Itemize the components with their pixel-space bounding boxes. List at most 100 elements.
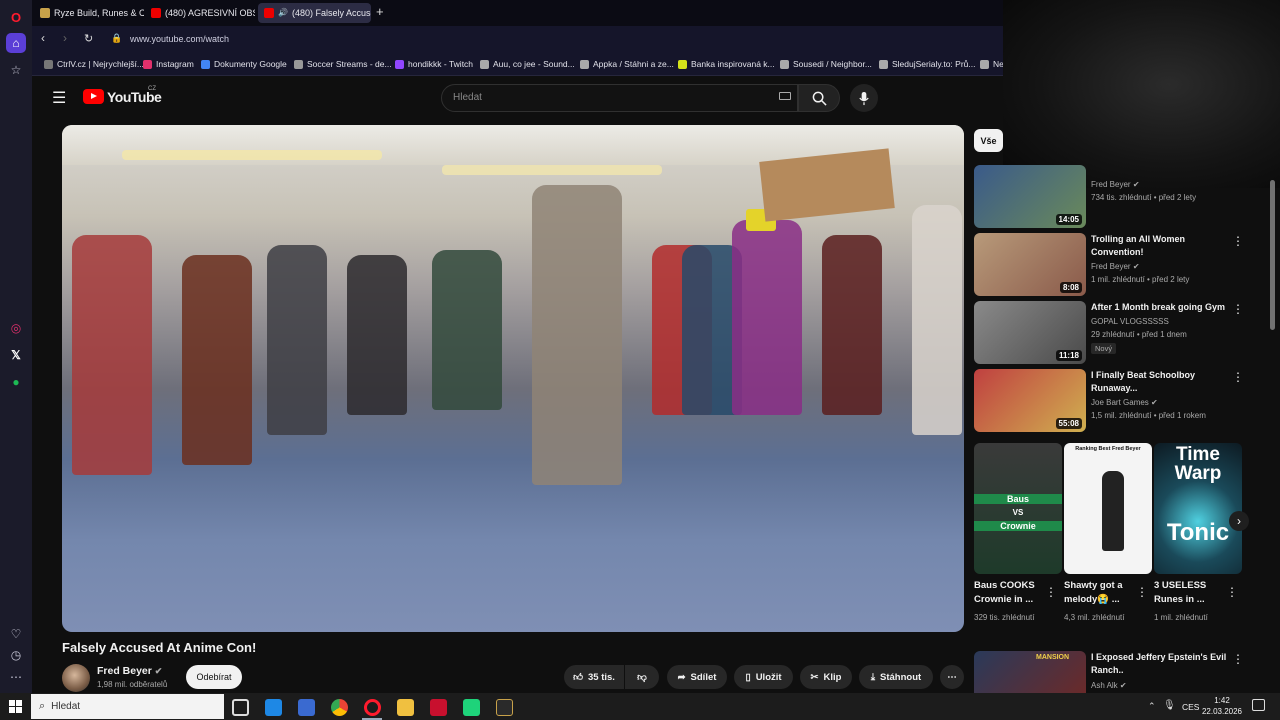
search-button[interactable] [798,84,840,112]
tab-falsely-accused[interactable]: 🔊 (480) Falsely Accused [258,3,371,23]
mail-icon[interactable] [265,699,282,716]
dislike-button[interactable]: 👎︎ [625,665,659,689]
url-field[interactable]: www.youtube.com/watch [130,34,229,44]
channel-name[interactable]: Fred Beyer ✔ [97,665,162,677]
bookmark-docs[interactable]: Dokumenty Google [201,59,287,69]
voice-search-button[interactable] [850,84,878,112]
app-icon[interactable] [463,699,480,716]
short-title[interactable]: Baus COOKS Crownie in ... [974,579,1046,607]
video-thumbnail[interactable]: MANSION [974,651,1086,693]
rec-title[interactable]: Trolling an All Women Convention! [1091,233,1229,259]
short-title[interactable]: Shawty got a melody😭 ... [1064,579,1136,607]
more-vert-icon[interactable]: ⋮ [1136,586,1148,598]
duration-badge: 11:18 [1055,350,1082,361]
bookmark-soccer[interactable]: Soccer Streams - de... [294,59,392,69]
notification-icon[interactable] [1252,699,1265,711]
rec-channel[interactable]: Fred Beyer ✔ [1091,261,1140,273]
more-vert-icon[interactable]: ⋮ [1232,371,1244,383]
windows-start-icon[interactable] [9,700,22,713]
short-thumbnail[interactable]: Baus VS Crownie [974,443,1062,574]
video-thumbnail[interactable]: 11:18 [974,301,1086,364]
microphone-icon[interactable]: 🎙︎ [1163,700,1176,711]
video-thumbnail[interactable]: 8:08 [974,233,1086,296]
tab-agresivni[interactable]: (480) AGRESIVNÍ OBSLUH [145,3,255,23]
folder-icon[interactable] [397,699,414,716]
chrome-icon[interactable] [331,699,348,716]
reload-icon[interactable]: ↻ [84,32,93,45]
save-button[interactable]: ▯ Uložit [734,665,793,689]
bookmark-instagram[interactable]: Instagram [143,59,194,69]
search-placeholder: Hledat [453,92,482,103]
rec-title[interactable]: After 1 Month break going Gym [1091,301,1229,314]
back-icon[interactable]: ‹ [41,31,45,45]
home-icon[interactable]: ⌂ [6,33,26,53]
bookmark-banka[interactable]: Banka inspirovaná k... [678,59,775,69]
bookmark-label: Appka / Stáhni a ze... [593,59,674,69]
bookmark-sledujserialy[interactable]: SledujSerialy.to: Prů... [879,59,975,69]
bookmark-sousedi[interactable]: Sousedi / Neighbor... [780,59,872,69]
search-input[interactable]: Hledat [441,84,798,112]
more-vert-icon[interactable]: ⋮ [1232,235,1244,247]
video-thumbnail[interactable]: 14:05 [974,165,1086,228]
bookmark-appka[interactable]: Appka / Stáhni a ze... [580,59,674,69]
download-button[interactable]: ⤓ Stáhnout [859,665,933,689]
filter-chip-all[interactable]: Vše [974,129,1003,152]
short-overlay-text: Time Warp [1174,444,1222,484]
bookmark-more[interactable]: Ne [980,59,1004,69]
heart-icon[interactable]: ♡ [6,624,26,644]
more-vert-icon[interactable]: ⋮ [1045,586,1057,598]
rec-channel[interactable]: Ash Alk ✔ [1091,680,1127,692]
short-views: 4,3 mil. zhlédnutí [1064,613,1125,622]
spotify-icon[interactable]: ● [6,372,26,392]
short-thumbnail[interactable]: Time Warp Tonic [1154,443,1242,574]
task-view-icon[interactable] [232,699,249,716]
taskbar-search-input[interactable]: ⌕ Hledat [31,694,224,719]
bookmark-soundcloud[interactable]: Auu, co jee - Sound... [480,59,575,69]
speaker-icon[interactable]: 🔊 [278,3,288,23]
youtube-logo-icon[interactable] [83,89,104,104]
new-tab-button[interactable]: + [376,4,384,19]
rec-channel[interactable]: GOPAL VLOGSSSSS [1091,316,1169,328]
more-vert-icon[interactable]: ⋮ [1226,586,1238,598]
clock[interactable]: 1:42 22.03.2026 [1200,695,1244,717]
microphone-icon [859,91,869,105]
bookmark-twitch[interactable]: hondikkk - Twitch [395,59,473,69]
opera-icon[interactable] [364,699,381,716]
clip-button[interactable]: ✂ Klip [800,665,852,689]
more-vert-icon[interactable]: ⋮ [1232,303,1244,315]
short-title[interactable]: 3 USELESS Runes in ... [1154,579,1226,607]
language-indicator[interactable]: CES [1182,702,1199,712]
x-icon[interactable]: 𝕏 [6,345,26,365]
avatar[interactable] [62,664,90,692]
chevron-up-icon[interactable]: ⌃ [1148,701,1156,712]
store-icon[interactable] [298,699,315,716]
more-actions-button[interactable]: ⋯ [940,665,964,689]
rec-stats: 1 mil. zhlédnutí • před 2 lety [1091,275,1190,284]
short-thumbnail[interactable]: Ranking Best Fred Beyer [1064,443,1152,574]
rec-title[interactable]: I Exposed Jeffery Epstein's Evil Ranch.. [1091,651,1229,677]
more-icon[interactable]: ⋯ [6,667,26,687]
like-button[interactable]: 👍︎ 35 tis. [564,665,624,689]
video-player[interactable] [62,125,964,632]
star-icon[interactable]: ☆ [6,60,26,80]
rec-channel[interactable]: Joe Bart Games ✔ [1091,397,1158,409]
scrollbar[interactable] [1270,180,1275,330]
history-icon[interactable]: ◷ [6,645,26,665]
subscribe-button[interactable]: Odebírat [186,665,242,689]
rec-channel[interactable]: Fred Beyer ✔ [1091,179,1140,191]
shorts-next-button[interactable]: › [1229,511,1249,531]
opera-logo-icon[interactable]: O [6,7,26,27]
app-icon[interactable] [430,699,447,716]
video-thumbnail[interactable]: 55:08 [974,369,1086,432]
more-vert-icon[interactable]: ⋮ [1232,653,1244,665]
menu-icon[interactable]: ☰ [52,88,66,108]
instagram-icon[interactable]: ◎ [6,318,26,338]
share-button[interactable]: ➦ Sdílet [667,665,727,689]
bookmark-ctrlv[interactable]: CtrlV.cz | Nejrychlejší... [44,59,144,69]
tab-ryze[interactable]: Ryze Build, Runes & Coun [34,3,144,23]
scissors-icon: ✂ [810,671,819,683]
keyboard-icon[interactable] [779,92,791,100]
rec-title[interactable]: I Finally Beat Schoolboy Runaway... [1091,369,1229,395]
league-icon[interactable] [496,699,513,716]
forward-icon[interactable]: › [63,31,67,45]
